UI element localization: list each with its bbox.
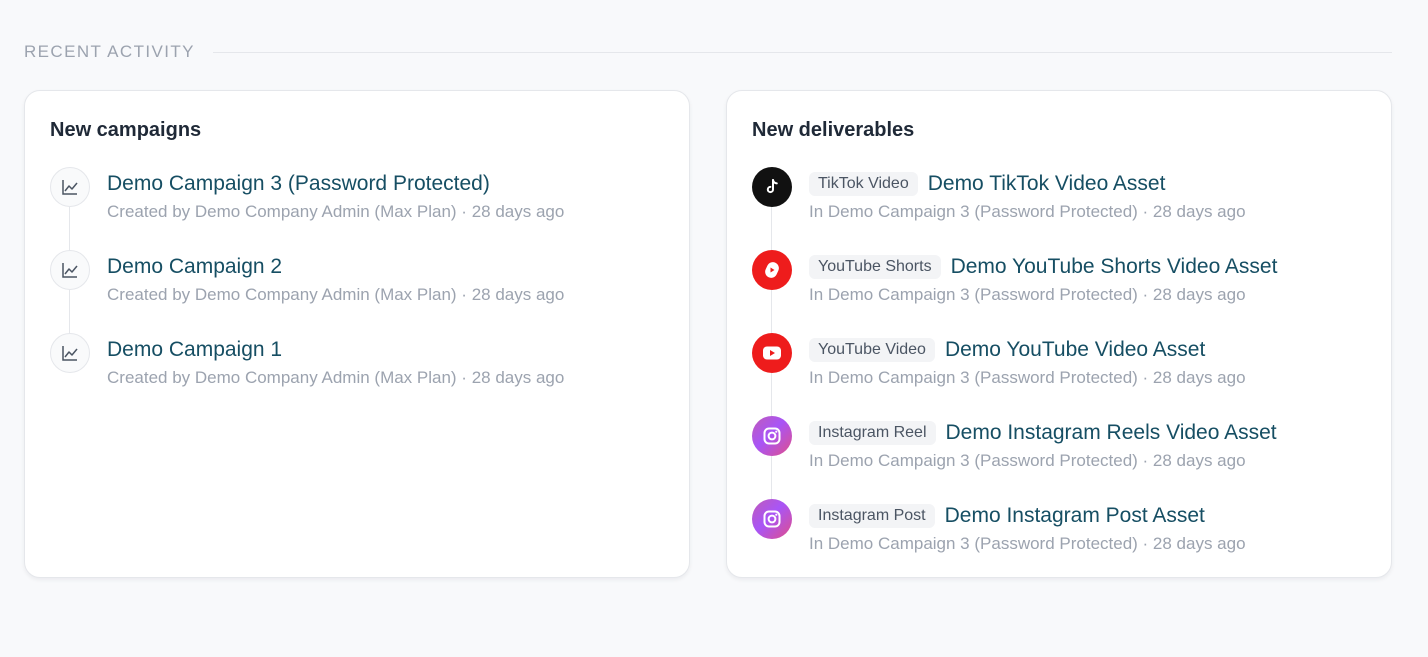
line-chart-icon — [50, 333, 90, 373]
recent-activity-header: RECENT ACTIVITY — [24, 42, 1392, 62]
platform-badge: Instagram Reel — [809, 421, 936, 445]
item-meta: Created by Demo Company Admin (Max Plan)… — [107, 368, 565, 387]
campaign-item: Demo Campaign 2 Created by Demo Company … — [50, 250, 669, 337]
deliverable-link[interactable]: Demo Instagram Reels Video Asset — [946, 421, 1277, 445]
timeline-connector — [69, 290, 70, 337]
deliverable-item: TikTok Video Demo TikTok Video Asset In … — [752, 167, 1371, 254]
deliverable-feed: TikTok Video Demo TikTok Video Asset In … — [752, 167, 1371, 582]
platform-badge: YouTube Shorts — [809, 255, 941, 279]
youtube-icon — [752, 333, 792, 373]
campaign-item: Demo Campaign 3 (Password Protected) Cre… — [50, 167, 669, 254]
platform-badge: TikTok Video — [809, 172, 918, 196]
youtube-shorts-icon — [752, 250, 792, 290]
timeline-connector — [771, 207, 772, 254]
section-title: RECENT ACTIVITY — [24, 42, 195, 61]
new-campaigns-card: New campaigns Demo Campaign 3 (Password … — [24, 90, 690, 578]
deliverable-item: YouTube Shorts Demo YouTube Shorts Video… — [752, 250, 1371, 337]
campaign-feed: Demo Campaign 3 (Password Protected) Cre… — [50, 167, 669, 416]
card-title: New campaigns — [50, 119, 202, 141]
item-meta: In Demo Campaign 3 (Password Protected) … — [809, 534, 1246, 553]
campaign-link[interactable]: Demo Campaign 1 — [107, 338, 282, 362]
deliverable-link[interactable]: Demo Instagram Post Asset — [945, 504, 1205, 528]
timeline-connector — [771, 373, 772, 420]
deliverable-item: Instagram Post Demo Instagram Post Asset… — [752, 499, 1371, 582]
item-meta: In Demo Campaign 3 (Password Protected) … — [809, 451, 1246, 470]
instagram-icon — [752, 499, 792, 539]
card-title: New deliverables — [752, 119, 915, 141]
tiktok-icon — [752, 167, 792, 207]
timeline-connector — [771, 456, 772, 503]
instagram-icon — [752, 416, 792, 456]
campaign-item: Demo Campaign 1 Created by Demo Company … — [50, 333, 669, 416]
item-meta: Created by Demo Company Admin (Max Plan)… — [107, 285, 565, 304]
item-meta: In Demo Campaign 3 (Password Protected) … — [809, 368, 1246, 387]
line-chart-icon — [50, 167, 90, 207]
deliverable-item: Instagram Reel Demo Instagram Reels Vide… — [752, 416, 1371, 503]
platform-badge: YouTube Video — [809, 338, 935, 362]
deliverable-link[interactable]: Demo YouTube Video Asset — [945, 338, 1205, 362]
section-divider — [212, 51, 1392, 53]
item-meta: Created by Demo Company Admin (Max Plan)… — [107, 202, 565, 221]
platform-badge: Instagram Post — [809, 504, 935, 528]
item-meta: In Demo Campaign 3 (Password Protected) … — [809, 202, 1246, 221]
deliverable-link[interactable]: Demo YouTube Shorts Video Asset — [951, 255, 1278, 279]
deliverable-link[interactable]: Demo TikTok Video Asset — [928, 172, 1166, 196]
timeline-connector — [69, 207, 70, 254]
timeline-connector — [771, 290, 772, 337]
deliverable-item: YouTube Video Demo YouTube Video Asset I… — [752, 333, 1371, 420]
line-chart-icon — [50, 250, 90, 290]
item-meta: In Demo Campaign 3 (Password Protected) … — [809, 285, 1246, 304]
new-deliverables-card: New deliverables TikTok Video Demo TikTo… — [726, 90, 1392, 578]
campaign-link[interactable]: Demo Campaign 2 — [107, 255, 282, 279]
campaign-link[interactable]: Demo Campaign 3 (Password Protected) — [107, 172, 490, 196]
